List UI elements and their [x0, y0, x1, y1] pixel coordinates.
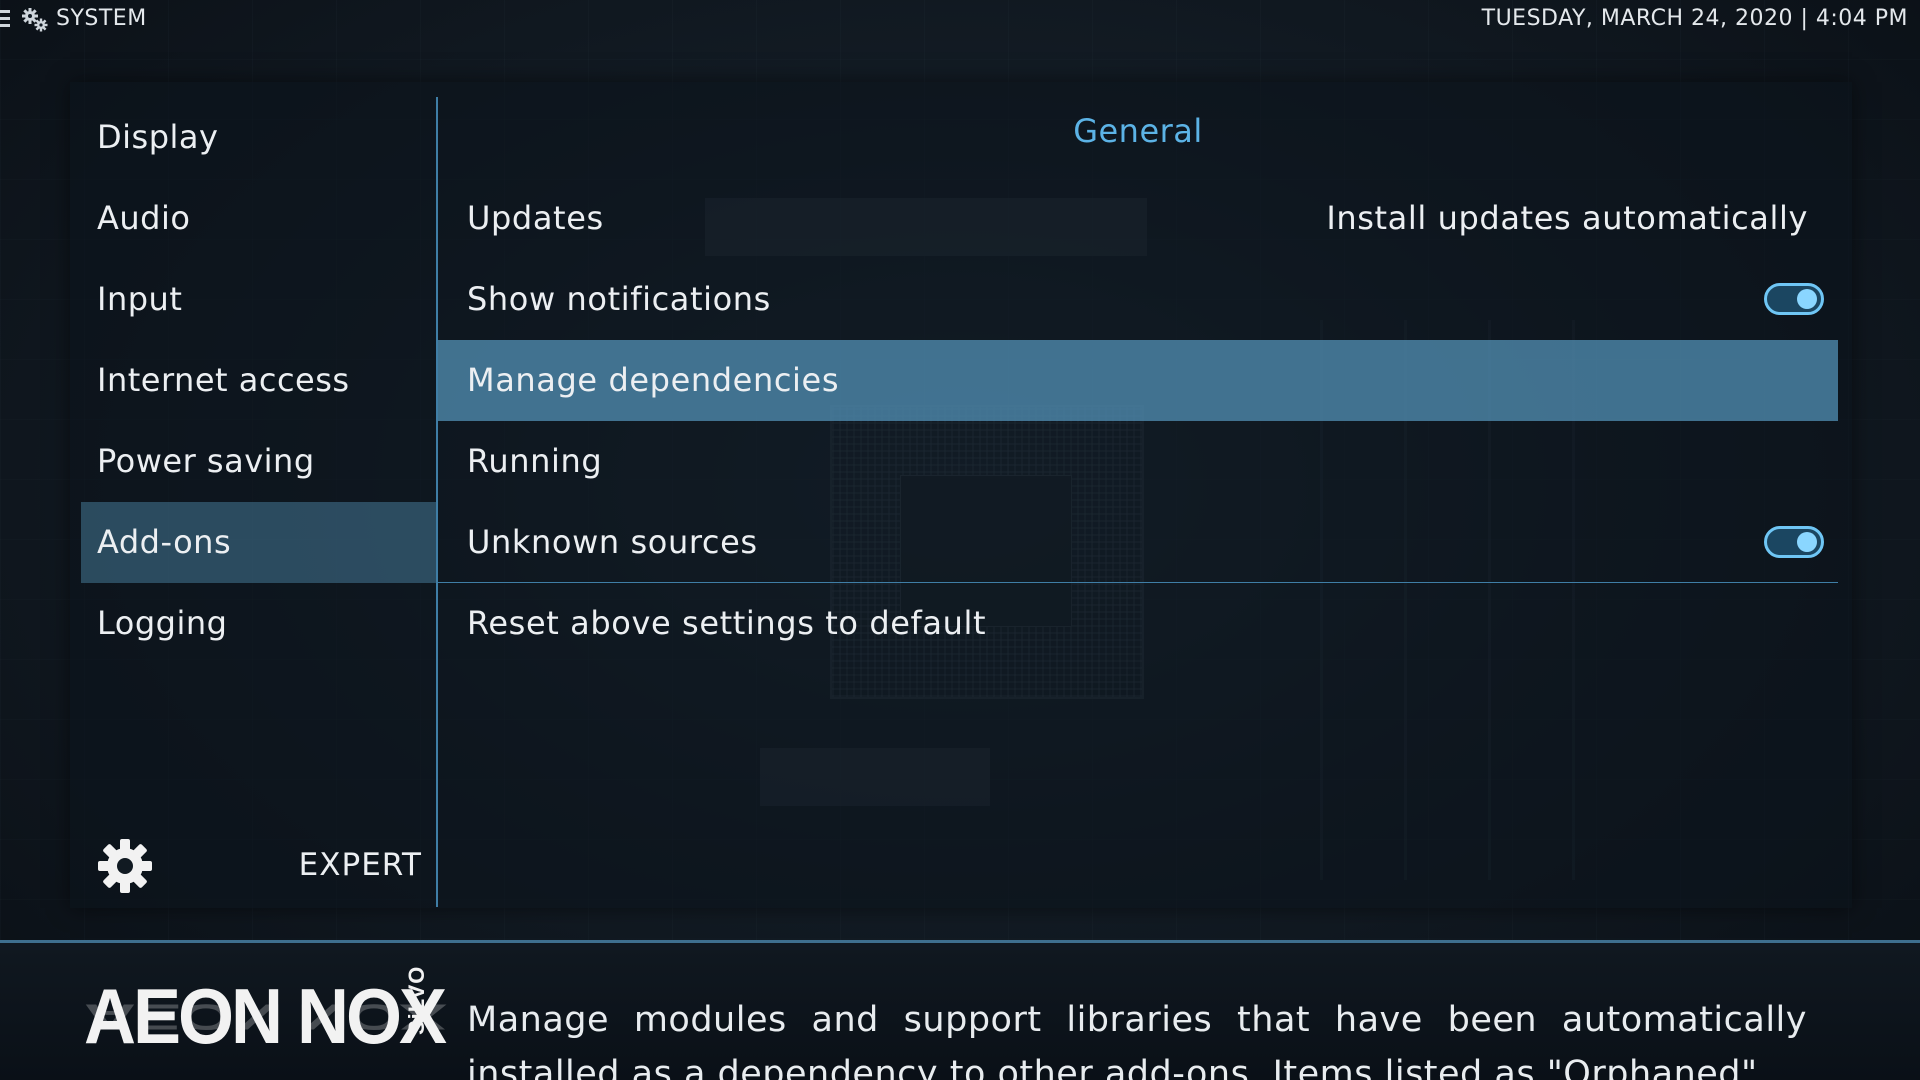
logo-subtext: SiLVO [404, 965, 429, 1035]
section-title: General [1073, 112, 1203, 150]
setting-unknown-sources[interactable]: Unknown sources [438, 502, 1838, 583]
skin-logo: AEON NOX AEON NOX SiLVO [84, 966, 447, 1080]
category-audio[interactable]: Audio [81, 178, 436, 259]
kodi-settings-screen: SYSTEM TUESDAY, MARCH 24, 2020 | 4:04 PM… [0, 0, 1920, 1080]
settings-level-label: EXPERT [298, 847, 422, 883]
setting-reset-defaults[interactable]: Reset above settings to default [438, 583, 1838, 664]
settings-level-button[interactable]: EXPERT [81, 823, 436, 907]
setting-label: Updates [467, 199, 604, 237]
settings-divider [438, 582, 1838, 583]
menu-icon[interactable] [0, 8, 10, 30]
category-label: Internet access [97, 361, 350, 399]
gear-icon [98, 839, 152, 893]
setting-value: Install updates automatically [1326, 199, 1808, 237]
category-power-saving[interactable]: Power saving [81, 421, 436, 502]
category-label: Logging [97, 604, 228, 642]
setting-show-notifications[interactable]: Show notifications [438, 259, 1838, 340]
setting-manage-dependencies[interactable]: Manage dependencies [438, 340, 1838, 421]
category-add-ons[interactable]: Add-ons [81, 502, 436, 583]
setting-label: Running [467, 442, 603, 480]
setting-updates[interactable]: Updates Install updates automatically [438, 178, 1838, 259]
category-display[interactable]: Display [81, 97, 436, 178]
category-list: Display Audio Input Internet access Powe… [81, 97, 436, 907]
setting-description: Manage modules and support libraries tha… [467, 1000, 1807, 1080]
top-bar: SYSTEM TUESDAY, MARCH 24, 2020 | 4:04 PM [0, 0, 1920, 40]
category-label: Power saving [97, 442, 315, 480]
notifications-toggle[interactable] [1764, 283, 1824, 315]
toggle-knob [1797, 289, 1817, 309]
category-label: Display [97, 118, 219, 156]
toggle-knob [1797, 532, 1817, 552]
category-logging[interactable]: Logging [81, 583, 436, 664]
category-internet-access[interactable]: Internet access [81, 340, 436, 421]
category-input[interactable]: Input [81, 259, 436, 340]
gears-icon [22, 8, 48, 32]
unknown-sources-toggle[interactable] [1764, 526, 1824, 558]
setting-label: Manage dependencies [467, 361, 840, 399]
setting-running[interactable]: Running [438, 421, 1838, 502]
logo-text: AEON NOX [84, 974, 447, 1061]
date-time: TUESDAY, MARCH 24, 2020 | 4:04 PM [1481, 6, 1908, 31]
setting-label: Show notifications [467, 280, 771, 318]
window-title: SYSTEM [56, 6, 147, 31]
setting-label: Reset above settings to default [467, 604, 987, 642]
category-label: Input [97, 280, 183, 318]
setting-label: Unknown sources [467, 523, 758, 561]
category-label: Audio [97, 199, 191, 237]
info-bar: AEON NOX AEON NOX SiLVO Manage modules a… [0, 940, 1920, 1080]
category-label: Add-ons [97, 523, 232, 561]
